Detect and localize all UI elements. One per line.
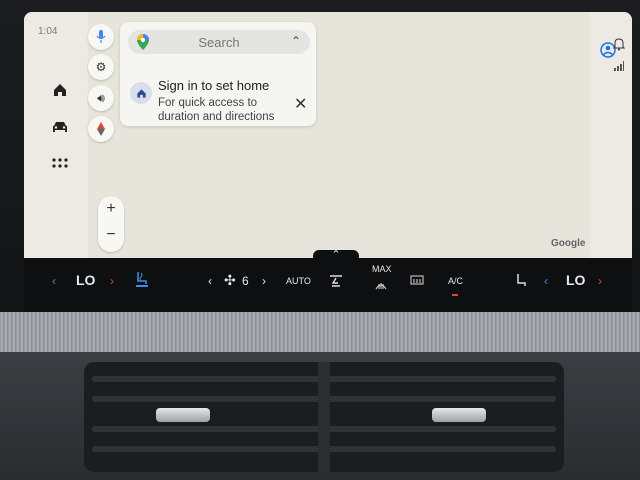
air-vent (84, 362, 564, 472)
seat-heat-icon[interactable] (134, 270, 150, 293)
right-temp-up-icon[interactable]: › (598, 274, 602, 288)
search-card: Search ⌃ Sign in to set home For quick a… (120, 22, 316, 126)
climate-expand-tab[interactable]: ⌃ (313, 249, 359, 262)
apps-grid-icon[interactable] (50, 156, 70, 176)
fan-icon: ✣ (224, 272, 236, 288)
home-card-subtitle: For quick access to duration and directi… (158, 97, 275, 123)
max-defrost-icon[interactable] (374, 278, 388, 296)
vent-knob[interactable] (432, 408, 486, 422)
google-attribution: Google (551, 238, 586, 249)
app-rail: 1:04 (24, 12, 88, 258)
left-temp: LO (76, 272, 96, 288)
microphone-icon[interactable] (88, 24, 114, 50)
bell-icon[interactable] (612, 38, 626, 56)
search-bar[interactable]: Search ⌃ (128, 30, 310, 54)
home-icon[interactable] (50, 82, 70, 102)
chevron-up-icon: ⌃ (331, 249, 341, 261)
map-canvas[interactable]: 1:04 ⚙ 🔊︎ Search ⌃ Sign in to set home F… (24, 12, 632, 258)
dashboard-trim (0, 312, 640, 352)
home-card-title[interactable]: Sign in to set home (158, 78, 269, 93)
fan-up-icon[interactable]: › (262, 274, 266, 288)
left-temp-down-icon[interactable]: ‹ (52, 274, 56, 288)
home-icon (130, 82, 152, 104)
vent-knob[interactable] (156, 408, 210, 422)
fan-down-icon[interactable]: ‹ (208, 274, 212, 288)
defrost-icon[interactable] (410, 274, 424, 292)
zoom-in-button[interactable]: + (98, 200, 124, 218)
close-icon[interactable]: ✕ (294, 94, 307, 114)
clock: 1:04 (38, 26, 58, 37)
right-temp-down-icon[interactable]: ‹ (544, 274, 548, 288)
ac-indicator (452, 294, 458, 296)
compass-icon[interactable] (88, 116, 114, 142)
infotainment-screen: 1:04 ⚙ 🔊︎ Search ⌃ Sign in to set home F… (24, 12, 632, 312)
left-temp-up-icon[interactable]: › (110, 274, 114, 288)
zoom-out-button[interactable]: − (98, 226, 124, 244)
seat-icon[interactable] (514, 272, 528, 293)
signal-icon (614, 58, 624, 76)
vent-divider (318, 362, 330, 472)
status-column (590, 12, 632, 258)
chevron-up-icon[interactable]: ⌃ (291, 34, 301, 48)
zoom-control: + − (98, 196, 124, 252)
auto-button[interactable]: AUTO (286, 276, 311, 286)
search-placeholder: Search (198, 35, 240, 50)
car-icon[interactable] (50, 120, 70, 140)
fan-speed: 6 (242, 274, 249, 288)
airflow-icon[interactable] (328, 272, 344, 293)
ac-button[interactable]: A/C (448, 276, 463, 286)
gear-icon[interactable]: ⚙ (88, 54, 114, 80)
speaker-icon[interactable]: 🔊︎ (88, 85, 114, 111)
climate-bar: ⌃ ‹ LO › ‹ ✣ 6 › AUTO MAX A/C ‹ LO › (24, 249, 632, 312)
max-defrost-label[interactable]: MAX (372, 264, 392, 274)
right-temp: LO (566, 272, 586, 288)
